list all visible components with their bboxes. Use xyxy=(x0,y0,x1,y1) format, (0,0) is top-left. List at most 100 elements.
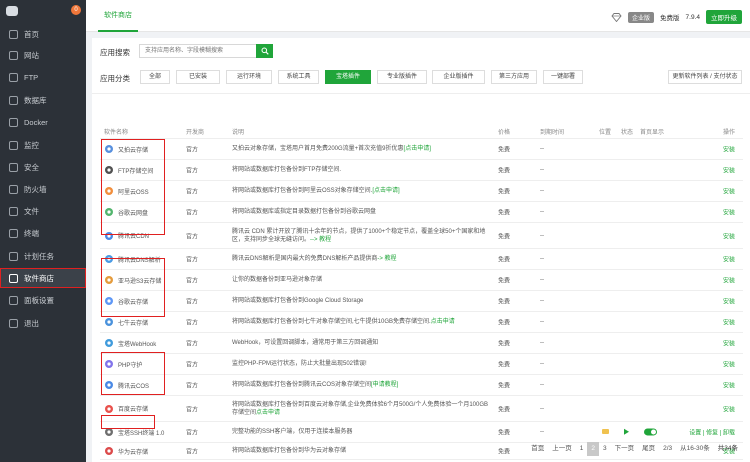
category-label: 应用分类 xyxy=(100,74,130,83)
sidebar-item-files[interactable]: 文件 xyxy=(0,201,86,221)
category-button-2[interactable]: 运行环境 xyxy=(226,70,272,84)
page-prev[interactable]: 上一页 xyxy=(548,442,576,456)
description-text: 将网站或数据库打包备份到FTP存储空间. xyxy=(232,167,341,173)
table-row: 阿里云OSS 官方 将网站或数据库打包备份到阿里云OSS对象存储空间.[点击申请] 免… xyxy=(100,181,743,202)
expire-cell: -- xyxy=(540,382,544,388)
category-button-3[interactable]: 系统工具 xyxy=(278,70,319,84)
install-button[interactable]: 安装 xyxy=(723,404,735,413)
table-row: 亚马逊S3云存储 官方 让你的数据备份到亚马逊对象存储 免费 -- 安装 xyxy=(100,270,743,291)
developer-cell: 官方 xyxy=(186,210,199,217)
sidebar-item-store[interactable]: 软件商店 xyxy=(0,268,86,288)
description-link[interactable]: [点击申请] xyxy=(372,188,399,194)
tab-software-store[interactable]: 软件商店 xyxy=(98,0,138,32)
page-2-current[interactable]: 2 xyxy=(587,442,599,456)
tencent-cdn-icon xyxy=(104,231,114,241)
category-button-6[interactable]: 企业版插件 xyxy=(432,70,485,84)
install-button[interactable]: 安装 xyxy=(723,187,735,196)
category-button-5[interactable]: 专业版插件 xyxy=(377,70,427,84)
developer-cell: 官方 xyxy=(186,320,199,327)
sidebar: 0 首页 网站 FTP 数据库 Docker 监控 安全 防火墙 文件 终端计划任务 软件商店 面板设… xyxy=(0,0,86,462)
sidebar-item-home[interactable]: 首页 xyxy=(0,24,86,44)
table-row: 又拍云存储 官方 又拍云对象存储，宝塔用户首月免费200G流量+首次充值9折优惠[点… xyxy=(100,139,743,160)
install-button[interactable]: 安装 xyxy=(723,255,735,264)
files-icon xyxy=(9,206,18,216)
description-text: 监控PHP-FPM运行状态，防止大批量出现502错误! xyxy=(232,361,367,367)
ftp-icon xyxy=(104,165,114,175)
sidebar-item-settings[interactable]: 面板设置 xyxy=(0,290,86,310)
category-button-7[interactable]: 第三方应用 xyxy=(491,70,537,84)
aliyun-icon xyxy=(104,186,114,196)
sidebar-item-logout[interactable]: 退出 xyxy=(0,313,86,333)
install-button[interactable]: 安装 xyxy=(723,297,735,306)
description-cell: 将网站或数据库或指定目录数据打包备份到谷歌云网盘 xyxy=(232,208,492,216)
category-button-1[interactable]: 已安装 xyxy=(176,70,220,84)
expire-cell: -- xyxy=(540,277,544,283)
description-link[interactable]: 点击申请 xyxy=(431,319,455,325)
developer-cell: 官方 xyxy=(186,257,199,264)
page-first[interactable]: 首页 xyxy=(527,442,548,456)
page-last[interactable]: 尾页 xyxy=(638,442,659,456)
sidebar-item-monitor[interactable]: 监控 xyxy=(0,135,86,155)
sidebar-item-security[interactable]: 安全 xyxy=(0,157,86,177)
install-button[interactable]: 安装 xyxy=(723,166,735,175)
divider xyxy=(92,93,750,94)
security-icon xyxy=(9,162,18,172)
install-button[interactable]: 安装 xyxy=(723,208,735,217)
install-button[interactable]: 安装 xyxy=(723,339,735,348)
notification-badge[interactable]: 0 xyxy=(71,5,81,15)
expire-cell: -- xyxy=(540,298,544,304)
category-button-8[interactable]: 一键部署 xyxy=(543,70,583,84)
install-button[interactable]: 安装 xyxy=(723,145,735,154)
category-button-4[interactable]: 宝塔插件 xyxy=(325,70,371,84)
edition-label: 免费版 xyxy=(660,15,680,22)
sidebar-item-database[interactable]: 数据库 xyxy=(0,90,86,110)
description-link[interactable]: -> 教程 xyxy=(377,256,396,262)
search-button[interactable] xyxy=(256,44,273,58)
page-1[interactable]: 1 xyxy=(576,442,588,456)
refresh-list-button[interactable]: 更新软件列表 / 支付状态 xyxy=(668,70,742,84)
play-icon[interactable] xyxy=(624,428,629,435)
install-button[interactable]: 安装 xyxy=(723,381,735,390)
huawei-cloud-icon xyxy=(104,446,114,456)
action-links[interactable]: 设置 | 修复 | 卸载 xyxy=(689,428,735,437)
description-text: 又拍云对象存储，宝塔用户首月免费200G流量+首次充值9折优惠 xyxy=(232,146,404,152)
col-action: 操作 xyxy=(722,130,735,136)
upgrade-button[interactable]: 立即升级 xyxy=(706,10,742,24)
docker-icon xyxy=(9,117,18,127)
sidebar-item-docker[interactable]: Docker xyxy=(0,112,86,132)
home-display-toggle[interactable] xyxy=(644,428,657,436)
page-next[interactable]: 下一页 xyxy=(611,442,639,456)
table-row: 百度云存储 官方 将网站或数据库打包备份到百度云对象存储,企业免费体验6个月500G… xyxy=(100,396,743,422)
sidebar-item-website[interactable]: 网站 xyxy=(0,45,86,65)
install-button[interactable]: 安装 xyxy=(723,276,735,285)
description-link[interactable]: [申请教程] xyxy=(371,382,398,388)
status-cell xyxy=(624,428,629,436)
description-link[interactable]: [点击申请] xyxy=(404,146,431,152)
sidebar-item-ftp[interactable]: FTP xyxy=(0,67,86,87)
store-icon xyxy=(9,273,18,283)
install-button[interactable]: 安装 xyxy=(723,360,735,369)
table-row: FTP存储空间 官方 将网站或数据库打包备份到FTP存储空间. 免费 -- 安装 xyxy=(100,160,743,181)
description-link[interactable]: 点击申请 xyxy=(256,410,280,416)
expire-cell: -- xyxy=(540,361,544,367)
folder-icon[interactable] xyxy=(602,428,609,434)
description-cell: 将网站或数据库打包备份到百度云对象存储,企业免费体验6个月500G/个人免费体验… xyxy=(232,401,492,417)
sidebar-item-cron[interactable]: 计划任务 xyxy=(0,246,86,266)
col-price: 价格 xyxy=(498,130,511,136)
sidebar-item-terminal[interactable]: 终端 xyxy=(0,223,86,243)
install-button[interactable]: 安装 xyxy=(723,231,735,240)
description-link[interactable]: --> 教程 xyxy=(310,237,331,243)
category-button-0[interactable]: 全部 xyxy=(140,70,170,84)
sidebar-item-label: 数据库 xyxy=(24,95,47,105)
install-button[interactable]: 安装 xyxy=(723,318,735,327)
expire-cell: -- xyxy=(540,209,544,215)
enterprise-badge[interactable]: 企业版 xyxy=(628,11,655,23)
price-cell: 免费 xyxy=(498,430,511,437)
search-input[interactable] xyxy=(139,44,259,58)
software-name: 七牛云存储 xyxy=(118,320,149,327)
sidebar-item-firewall[interactable]: 防火墙 xyxy=(0,179,86,199)
page-3[interactable]: 3 xyxy=(599,442,611,456)
expire-cell: -- xyxy=(540,319,544,325)
software-name-cell: 谷歌云存储 xyxy=(104,296,148,306)
price-cell: 免费 xyxy=(498,189,511,196)
